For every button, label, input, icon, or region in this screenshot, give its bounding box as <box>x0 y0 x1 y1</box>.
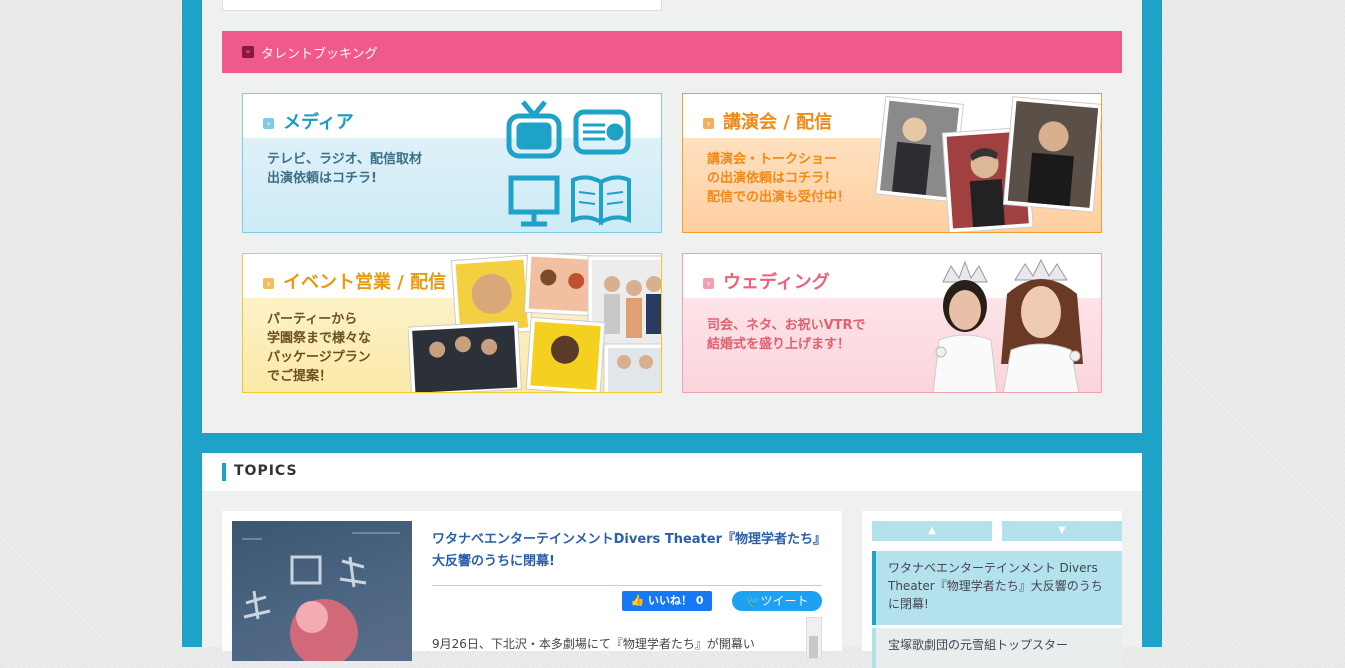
talent-booking-title: タレントブッキング <box>261 47 378 62</box>
topic-list-item[interactable]: 宝塚歌劇団の元雪組トップスター <box>872 628 1122 668</box>
wedding-card-title: ウェディング <box>723 272 830 293</box>
article-title-link[interactable]: ワタナベエンターテインメントDivers Theater『物理学者たち』大反響の… <box>432 529 822 573</box>
bride-one <box>932 260 998 392</box>
scroll-down-button[interactable]: ▼ <box>1002 521 1122 541</box>
page-frame: » タレントブッキング › メディア テレビ、ラジオ、配信取材 出演依頼はコチラ! <box>182 0 1162 668</box>
article-body-preview: 9月26日、下北沢・本多劇場にて『物理学者たち』が開幕い <box>432 637 755 651</box>
wedding-booking-card[interactable]: › ウェディング 司会、ネタ、お祝いVTRで 結婚式を盛り上げます！ <box>682 253 1102 393</box>
article-thumbnail[interactable] <box>232 521 412 661</box>
previous-content-box <box>222 0 662 11</box>
thumbs-up-icon: 👍 <box>630 594 645 607</box>
tv-icon <box>506 100 562 159</box>
lecture-card-description: 講演会・トークショー の出演依頼はコチラ！ 配信での出演も受付中！ <box>707 152 851 205</box>
arrow-square-icon: › <box>703 118 714 129</box>
media-card-title: メディア <box>283 112 354 133</box>
talent-booking-header: » タレントブッキング <box>222 31 1122 73</box>
speaker-photos <box>875 95 1101 232</box>
lecture-booking-card[interactable]: › 講演会 / 配信 講演会・トークショー の出演依頼はコチラ！ 配信での出演も受… <box>682 93 1102 233</box>
topics-sidebar: ▲ ▼ ワタナベエンターテインメント Divers Theater『物理学者たち… <box>862 511 1122 668</box>
arrow-square-icon: › <box>703 278 714 289</box>
topics-title: TOPICS <box>234 463 298 479</box>
twitter-bird-icon: 🐦 <box>745 594 761 608</box>
bride-two <box>1001 258 1083 392</box>
tweet-button[interactable]: 🐦ツイート <box>732 591 822 611</box>
comedian-photos <box>408 254 661 392</box>
lecture-card-title: 講演会 / 配信 <box>723 112 833 133</box>
scroll-up-button[interactable]: ▲ <box>872 521 992 541</box>
double-chevron-icon: » <box>242 46 254 58</box>
bride-illustrations <box>932 258 1083 392</box>
monitor-icon <box>508 175 560 227</box>
facebook-like-button[interactable]: 👍 いいね！ 0 <box>622 591 712 611</box>
media-icons-illustration <box>506 100 631 227</box>
arrow-square-icon: › <box>263 278 274 289</box>
topics-section: TOPICS ワタナベエンターテインメントDivers Theater『物理学者… <box>202 453 1142 668</box>
wedding-card-description: 司会、ネタ、お祝いVTRで 結婚式を盛り上げます！ <box>707 318 866 352</box>
media-card-description: テレビ、ラジオ、配信取材 出演依頼はコチラ! <box>267 152 422 186</box>
featured-article: ワタナベエンターテインメントDivers Theater『物理学者たち』大反響の… <box>222 511 842 661</box>
topic-list-item[interactable]: ワタナベエンターテインメント Divers Theater『物理学者たち』大反響… <box>872 551 1122 625</box>
event-booking-card[interactable]: › イベント営業 / 配信 パーティーから 学園祭まで様々な パッケージプラン で… <box>242 253 662 393</box>
book-icon <box>571 175 631 226</box>
talent-booking-section: » タレントブッキング › メディア テレビ、ラジオ、配信取材 出演依頼はコチラ! <box>202 0 1142 433</box>
article-scrollbar[interactable] <box>806 617 822 659</box>
topics-header: TOPICS <box>202 453 1142 491</box>
event-card-description: パーティーから 学園祭まで様々な パッケージプラン でご提案！ <box>267 312 372 384</box>
arrow-square-icon: › <box>263 118 274 129</box>
media-booking-card[interactable]: › メディア テレビ、ラジオ、配信取材 出演依頼はコチラ! <box>242 93 662 233</box>
tweet-label: ツイート <box>760 594 809 608</box>
like-label: いいね！ 0 <box>648 594 704 607</box>
radio-icon <box>573 109 631 155</box>
